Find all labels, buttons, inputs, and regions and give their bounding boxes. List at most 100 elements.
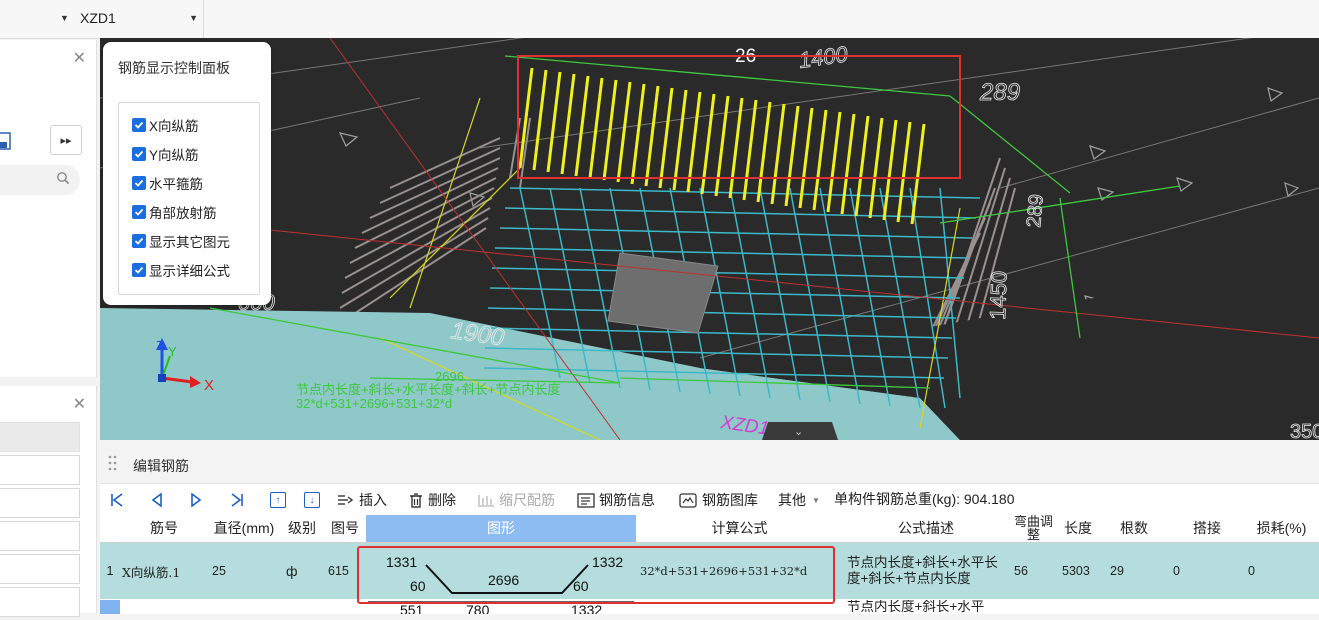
column-header-diameter[interactable]: 直径(mm) bbox=[208, 515, 281, 542]
edit-rebar-title: 编辑钢筋 bbox=[133, 458, 189, 474]
layer-dropdown[interactable]: ▼ bbox=[60, 7, 76, 29]
move-down-button[interactable]: ↓ bbox=[304, 489, 320, 511]
row-index: 1 bbox=[106, 564, 114, 578]
property-row[interactable] bbox=[0, 554, 80, 584]
search-input[interactable] bbox=[0, 165, 80, 195]
3d-viewport[interactable]: 26 1400 289 289 1450 000 1900 2696 节点内长度… bbox=[100, 38, 1319, 440]
cell-bend-adjust[interactable]: 56 bbox=[1014, 543, 1028, 599]
axis-y-label: Y bbox=[168, 344, 177, 359]
rebar-display-control-panel: 钢筋显示控制面板 X向纵筋 Y向纵筋 水平箍筋 角部放射筋 显示其它图元 显示详… bbox=[103, 42, 271, 305]
component-list-panel: ✕ ▸▸ bbox=[0, 40, 97, 377]
axis-x-label: X bbox=[204, 377, 214, 394]
last-record-button[interactable] bbox=[230, 489, 244, 511]
row-selector[interactable] bbox=[100, 600, 120, 614]
cell-count[interactable]: 29 bbox=[1110, 543, 1124, 599]
prev-icon bbox=[151, 493, 162, 507]
column-header-grade[interactable]: 级别 bbox=[280, 515, 325, 542]
delete-button[interactable]: 删除 bbox=[409, 489, 456, 511]
cell-loss[interactable]: 0 bbox=[1248, 543, 1255, 599]
display-options-list: X向纵筋 Y向纵筋 水平箍筋 角部放射筋 显示其它图元 显示详细公式 bbox=[118, 102, 260, 295]
column-header-description[interactable]: 公式描述 bbox=[843, 515, 1010, 542]
other-label: 其他 bbox=[778, 492, 806, 508]
save-icon[interactable] bbox=[0, 130, 12, 152]
first-record-button[interactable] bbox=[110, 489, 124, 511]
cell-length[interactable]: 5303 bbox=[1062, 543, 1090, 599]
shape-middle: 780 bbox=[466, 602, 490, 614]
option-horizontal-stirrup[interactable]: 水平箍筋 bbox=[132, 173, 203, 193]
rebar-info-button[interactable]: 钢筋信息 bbox=[577, 489, 655, 511]
scale-bar-button[interactable]: 缩尺配筋 bbox=[477, 489, 555, 511]
checkbox-checked-icon[interactable] bbox=[132, 176, 146, 190]
insert-label: 插入 bbox=[359, 492, 387, 508]
component-dropdown-value: XZD1 bbox=[80, 10, 116, 26]
table-row[interactable]: 551 780 1332 节点内长度+斜长+水平 bbox=[100, 600, 1319, 614]
close-icon[interactable]: ✕ bbox=[73, 394, 86, 414]
component-dropdown[interactable]: XZD1 ▼ bbox=[80, 7, 198, 29]
column-header-bend-adjust[interactable]: 弯曲调整 bbox=[1009, 515, 1059, 542]
cell-shape[interactable]: 1331 60 2696 1332 60 bbox=[366, 543, 636, 599]
rebar-library-icon bbox=[679, 492, 697, 508]
expand-button[interactable]: ▸▸ bbox=[50, 125, 82, 155]
cell-diameter[interactable]: 25 bbox=[212, 543, 226, 599]
next-record-button[interactable] bbox=[190, 489, 202, 511]
column-header-loss[interactable]: 损耗(%) bbox=[1244, 515, 1319, 542]
column-header-count[interactable]: 根数 bbox=[1098, 515, 1171, 542]
insert-button[interactable]: 插入 bbox=[337, 489, 387, 511]
option-x-rebar[interactable]: X向纵筋 bbox=[132, 115, 199, 135]
property-row[interactable] bbox=[0, 422, 80, 452]
option-show-other[interactable]: 显示其它图元 bbox=[132, 231, 230, 251]
shape-left-top: 1331 bbox=[386, 554, 417, 570]
prev-record-button[interactable] bbox=[151, 489, 163, 511]
checkbox-checked-icon[interactable] bbox=[132, 205, 146, 219]
option-label: 显示详细公式 bbox=[149, 264, 230, 279]
column-header-formula[interactable]: 计算公式 bbox=[636, 515, 844, 542]
cell-lap[interactable]: 0 bbox=[1173, 543, 1180, 599]
axis-z-label: Z bbox=[156, 338, 164, 353]
cell-rebar-name[interactable]: X向纵筋.1 bbox=[122, 543, 180, 599]
close-icon[interactable]: ✕ bbox=[73, 48, 86, 68]
chevron-down-icon: ▼ bbox=[189, 13, 198, 23]
rebar-info-label: 钢筋信息 bbox=[599, 492, 655, 508]
column-header-shape[interactable]: 图形 bbox=[366, 515, 637, 542]
option-show-formula[interactable]: 显示详细公式 bbox=[132, 260, 230, 280]
next-icon bbox=[191, 493, 202, 507]
option-y-rebar[interactable]: Y向纵筋 bbox=[132, 144, 199, 164]
cell-figure-no[interactable]: 615 bbox=[328, 543, 349, 599]
cell-description[interactable]: 节点内长度+斜长+水平 bbox=[847, 600, 1005, 614]
cell-description[interactable]: 节点内长度+斜长+水平长度+斜长+节点内长度 bbox=[847, 543, 1005, 599]
checkbox-checked-icon[interactable] bbox=[132, 234, 146, 248]
table-header: 筋号 直径(mm) 级别 图号 图形 计算公式 公式描述 弯曲调整 长度 根数 … bbox=[100, 515, 1319, 543]
option-corner-radial[interactable]: 角部放射筋 bbox=[132, 202, 217, 222]
cell-formula[interactable]: 32*d+531+2696+531+32*d bbox=[640, 543, 807, 599]
rebar-library-button[interactable]: 钢筋图库 bbox=[679, 489, 758, 511]
property-row[interactable] bbox=[0, 488, 80, 518]
collapse-tab[interactable]: ⌄ bbox=[762, 422, 838, 440]
column-header-lap[interactable]: 搭接 bbox=[1170, 515, 1245, 542]
checkbox-checked-icon[interactable] bbox=[132, 263, 146, 277]
dim-right-height: 1450 bbox=[985, 270, 1012, 320]
cell-grade[interactable]: ф bbox=[286, 543, 298, 599]
viewport-formula: 32*d+531+2696+531+32*d bbox=[296, 396, 452, 411]
edit-rebar-header: 编辑钢筋 bbox=[100, 445, 1319, 484]
total-weight-value: 904.180 bbox=[963, 491, 1015, 507]
column-header-length[interactable]: 长度 bbox=[1058, 515, 1099, 542]
viewport-formula-description: 节点内长度+斜长+水平长度+斜长+节点内长度 bbox=[296, 382, 560, 397]
table-row[interactable]: 1 X向纵筋.1 25 ф 615 1331 60 2696 1332 60 3… bbox=[100, 543, 1319, 599]
cell-shape[interactable]: 551 780 1332 bbox=[366, 600, 636, 614]
other-dropdown[interactable]: 其他 ▼ bbox=[778, 489, 820, 511]
top-toolbar: ▼ XZD1 ▼ bbox=[0, 0, 1319, 39]
move-up-button[interactable]: ↑ bbox=[270, 489, 286, 511]
column-header-name[interactable]: 筋号 bbox=[120, 515, 209, 542]
chevron-down-icon: ⌄ bbox=[794, 425, 803, 438]
checkbox-checked-icon[interactable] bbox=[132, 147, 146, 161]
rebar-3d-view: 26 1400 289 289 1450 000 1900 2696 节点内长度… bbox=[100, 38, 1319, 440]
column-header-figure-no[interactable]: 图号 bbox=[324, 515, 367, 542]
checkbox-checked-icon[interactable] bbox=[132, 118, 146, 132]
dim-bottom-right: 350 bbox=[1290, 421, 1319, 440]
chevron-down-icon: ▼ bbox=[812, 495, 820, 505]
property-row[interactable] bbox=[0, 455, 80, 485]
drag-handle-icon[interactable] bbox=[108, 455, 118, 471]
total-weight-readout: 单构件钢筋总重(kg): 904.180 bbox=[834, 489, 1015, 509]
shape-right: 1332 bbox=[571, 602, 602, 614]
property-row[interactable] bbox=[0, 521, 80, 551]
